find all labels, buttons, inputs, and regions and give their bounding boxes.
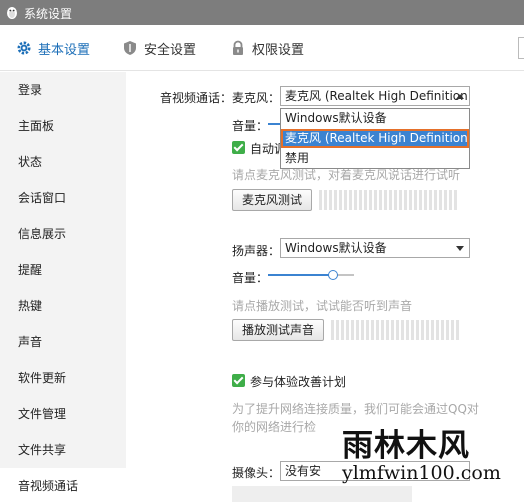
av-section-label: 音视频通话： — [160, 91, 233, 105]
sidebar-item-login[interactable]: 登录 — [0, 72, 126, 108]
title-bar: 系统设置 — [0, 0, 524, 25]
watermark-logo-text: 雨林木风 — [342, 428, 470, 464]
sidebar-item-av-call[interactable]: 音视频通话 — [0, 468, 126, 502]
chevron-down-icon — [456, 246, 464, 251]
qq-penguin-icon — [7, 7, 17, 19]
sidebar-item-file-management[interactable]: 文件管理 — [0, 396, 126, 432]
microphone-selected-value: 麦克风 (Realtek High Definition ... — [285, 89, 470, 103]
sidebar-item-label: 文件共享 — [18, 443, 67, 457]
tab-basic-settings[interactable]: 基本设置 — [16, 39, 91, 58]
lock-icon — [233, 40, 243, 55]
speaker-volume-slider[interactable] — [268, 270, 354, 280]
sidebar-item-info-display[interactable]: 信息展示 — [0, 216, 126, 252]
tab-scroll-handle[interactable] — [518, 37, 524, 59]
sidebar-item-status[interactable]: 状态 — [0, 144, 126, 180]
settings-tab-bar: 基本设置 安全设置 权限设置 — [0, 25, 524, 71]
sidebar-item-hotkeys[interactable]: 热键 — [0, 288, 126, 324]
speaker-select[interactable]: Windows默认设备 — [280, 238, 470, 258]
sidebar-item-software-update[interactable]: 软件更新 — [0, 360, 126, 396]
mic-test-button-label: 麦克风测试 — [241, 193, 302, 207]
option-label: Windows默认设备 — [285, 111, 387, 125]
mic-volume-slider[interactable] — [268, 123, 280, 125]
mic-option-disabled[interactable]: 禁用 — [281, 149, 469, 168]
chevron-up-icon — [456, 94, 464, 99]
sidebar-item-chat-window[interactable]: 会话窗口 — [0, 180, 126, 216]
microphone-dropdown-list: Windows默认设备 麦克风 (Realtek High Definition… — [280, 108, 470, 169]
gear-icon — [17, 41, 31, 55]
microphone-select[interactable]: 麦克风 (Realtek High Definition ... — [280, 86, 470, 106]
speaker-label: 扬声器： — [232, 244, 281, 258]
window-title: 系统设置 — [24, 7, 73, 21]
mic-test-button[interactable]: 麦克风测试 — [232, 189, 312, 211]
experience-program-label: 参与体验改善计划 — [250, 375, 347, 389]
camera-selected-value: 没有安 — [285, 464, 322, 478]
option-label: 麦克风 (Realtek High Definition Audio — [285, 131, 469, 145]
sidebar-item-label: 音视频通话 — [18, 479, 79, 493]
mic-option-realtek[interactable]: 麦克风 (Realtek High Definition Audio — [281, 129, 469, 148]
option-label: 禁用 — [285, 151, 310, 165]
sidebar-item-label: 提醒 — [18, 263, 43, 277]
speaker-volume-label: 音量： — [232, 271, 269, 285]
camera-label: 摄像头： — [232, 466, 281, 480]
mic-level-meter — [319, 190, 457, 210]
mic-volume-label: 音量： — [232, 119, 269, 133]
speaker-test-button-label: 播放测试声音 — [241, 323, 314, 337]
sidebar-item-label: 信息展示 — [18, 227, 67, 241]
sidebar-item-label: 状态 — [18, 155, 43, 169]
settings-sidebar: 登录 主面板 状态 会话窗口 信息展示 提醒 热键 声音 软件更新 文件管理 文… — [0, 72, 126, 502]
speaker-selected-value: Windows默认设备 — [285, 241, 387, 255]
tab-label: 安全设置 — [144, 42, 197, 58]
speaker-test-hint: 请点播放测试，试试能否听到声音 — [232, 299, 413, 313]
mic-option-windows-default[interactable]: Windows默认设备 — [281, 109, 469, 128]
speaker-level-meter — [331, 320, 459, 340]
sidebar-item-label: 软件更新 — [18, 371, 67, 385]
sidebar-item-label: 登录 — [18, 83, 43, 97]
sidebar-item-reminder[interactable]: 提醒 — [0, 252, 126, 288]
sidebar-item-label: 声音 — [18, 335, 43, 349]
mic-auto-adjust-checkbox[interactable] — [232, 141, 245, 154]
experience-desc-line1: 为了提升网络连接质量，我们可能会通过QQ对 — [232, 402, 479, 416]
tab-permission-settings[interactable]: 权限设置 — [230, 39, 305, 58]
speaker-test-button[interactable]: 播放测试声音 — [232, 319, 324, 341]
sidebar-item-label: 主面板 — [18, 119, 55, 133]
sidebar-item-label: 热键 — [18, 299, 43, 313]
speaker-volume-knob[interactable] — [328, 270, 338, 280]
sidebar-item-label: 会话窗口 — [18, 191, 67, 205]
shield-icon — [124, 41, 136, 55]
sidebar-item-sound[interactable]: 声音 — [0, 324, 126, 360]
sidebar-item-label: 文件管理 — [18, 407, 67, 421]
experience-program-checkbox[interactable] — [232, 374, 245, 387]
microphone-label: 麦克风： — [232, 91, 281, 105]
tab-label: 基本设置 — [38, 42, 91, 58]
sidebar-item-main-panel[interactable]: 主面板 — [0, 108, 126, 144]
experience-desc-line2: 你的网络进行检 — [232, 420, 317, 434]
tab-label: 权限设置 — [252, 42, 305, 58]
camera-preview-area — [232, 486, 412, 502]
sidebar-item-file-sharing[interactable]: 文件共享 — [0, 432, 126, 468]
mic-volume-fill — [268, 123, 280, 125]
speaker-volume-fill — [268, 274, 333, 276]
watermark-url: ylmfwin100.com — [342, 462, 501, 484]
tab-security-settings[interactable]: 安全设置 — [122, 39, 197, 58]
